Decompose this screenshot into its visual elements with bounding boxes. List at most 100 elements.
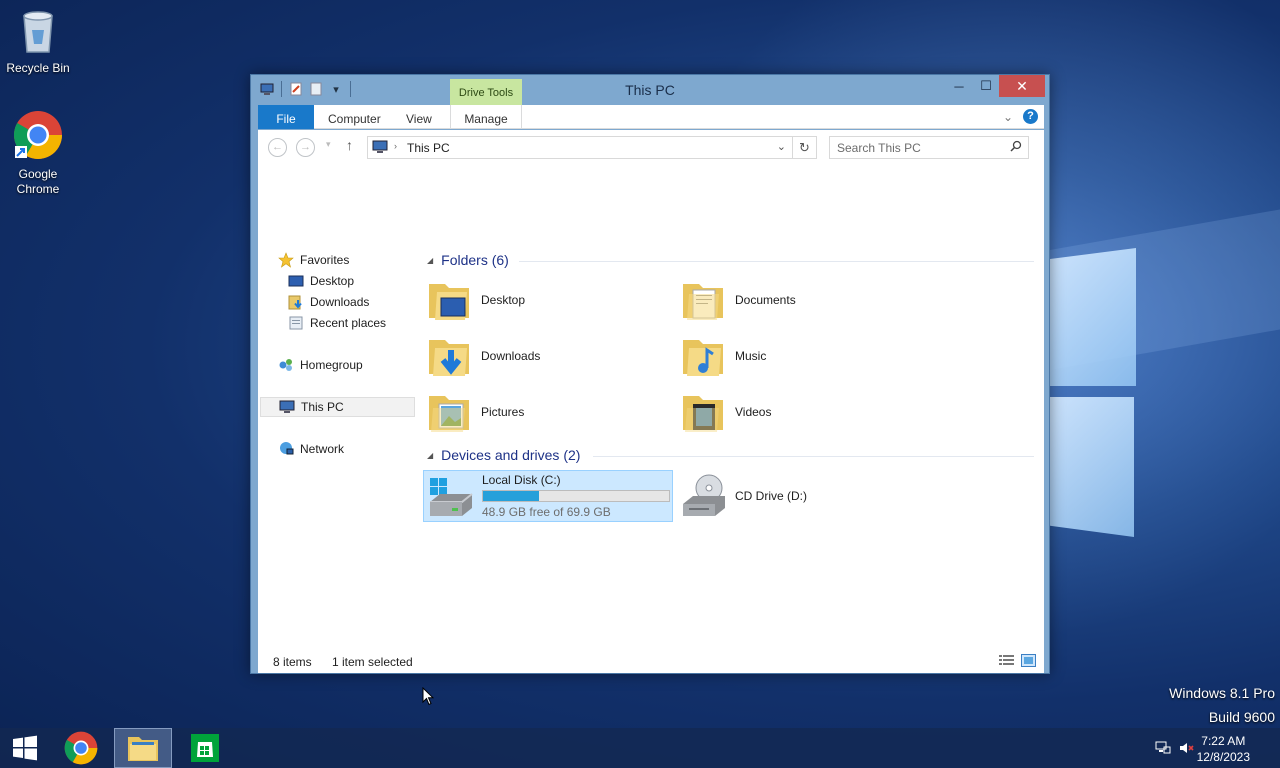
folder-tile-videos[interactable]: Videos	[677, 386, 927, 438]
group-header-label: Folders (6)	[441, 252, 509, 268]
this-pc-icon	[279, 399, 295, 415]
group-header-devices[interactable]: ◢ Devices and drives (2)	[427, 445, 580, 465]
clock-time: 7:22 AM	[1201, 734, 1246, 748]
search-icon[interactable]	[1010, 140, 1022, 155]
start-button[interactable]	[0, 728, 50, 768]
wallpaper-logo-pane	[1050, 248, 1136, 386]
folder-label: Videos	[735, 405, 772, 419]
wallpaper-logo-pane	[1050, 397, 1134, 537]
nav-homegroup[interactable]: Homegroup	[278, 355, 363, 375]
desktop-icon-recycle-bin[interactable]: Recycle Bin	[0, 8, 76, 76]
downloads-folder-icon	[425, 332, 473, 380]
breadcrumb[interactable]: This PC	[407, 141, 450, 155]
up-button[interactable]: ↑	[346, 137, 353, 153]
close-button[interactable]: ✕	[999, 75, 1045, 97]
nav-item-label: Network	[300, 442, 345, 456]
nav-favorites[interactable]: Favorites	[278, 250, 349, 270]
clock-date: 12/8/2023	[1196, 750, 1250, 764]
nav-item-label: Favorites	[300, 253, 350, 267]
file-explorer-icon	[128, 737, 158, 761]
nav-this-pc[interactable]: This PC	[260, 397, 415, 417]
folder-tile-music[interactable]: Music	[677, 330, 927, 382]
forward-button[interactable]: →	[296, 138, 315, 157]
ribbon-tabs: File Computer View Manage ⌄ ?	[258, 105, 1044, 129]
minimize-button[interactable]: ─	[945, 75, 973, 97]
tab-file[interactable]: File	[258, 105, 314, 129]
nav-recent-places[interactable]: Recent places	[288, 313, 386, 333]
nav-item-label: Recent places	[310, 316, 387, 330]
tab-view[interactable]: View	[394, 105, 444, 129]
network-tray-icon[interactable]	[1155, 741, 1171, 755]
nav-item-label: This PC	[301, 400, 344, 414]
desktop-icon-label: Recycle Bin	[6, 61, 70, 75]
system-clock[interactable]: 7:22 AM 12/8/2023	[1197, 733, 1250, 765]
back-button[interactable]: ←	[268, 138, 287, 157]
chrome-icon	[64, 731, 98, 765]
folder-label: Downloads	[481, 349, 541, 363]
taskbar-file-explorer[interactable]	[114, 728, 172, 768]
folder-label: Pictures	[481, 405, 525, 419]
drive-free-space: 48.9 GB free of 69.9 GB	[482, 505, 611, 519]
nav-downloads[interactable]: Downloads	[288, 292, 369, 312]
folder-label: Desktop	[481, 293, 526, 307]
large-icons-view-icon[interactable]	[1021, 654, 1036, 670]
expand-ribbon-icon[interactable]: ⌄	[1003, 110, 1013, 124]
title-bar[interactable]: ▾ Drive Tools This PC ─ ☐ ✕	[251, 75, 1049, 105]
nav-item-label: Downloads	[310, 295, 370, 309]
details-view-icon[interactable]	[999, 654, 1014, 670]
ribbon-right-controls: ⌄ ?	[1003, 109, 1038, 124]
search-input[interactable]: Search This PC	[829, 136, 1029, 159]
taskbar-store[interactable]	[176, 728, 234, 768]
maximize-button[interactable]: ☐	[972, 75, 1000, 97]
windows-edition-watermark: Windows 8.1 Pro	[1169, 685, 1275, 701]
drive-label: CD Drive (D:)	[735, 489, 807, 503]
folder-tile-downloads[interactable]: Downloads	[423, 330, 673, 382]
drive-info: Local Disk (C:) 48.9 GB free of 69.9 GB	[482, 473, 670, 519]
this-pc-icon	[372, 140, 388, 157]
group-header-label: Devices and drives (2)	[441, 447, 581, 463]
drive-label: Local Disk (C:)	[482, 473, 561, 487]
tab-manage[interactable]: Manage	[450, 105, 522, 129]
desktop-icon-chrome[interactable]: Google Chrome	[0, 110, 76, 197]
folder-tile-desktop[interactable]: Desktop	[423, 274, 673, 326]
search-placeholder: Search This PC	[837, 141, 921, 155]
collapse-triangle-icon: ◢	[427, 450, 434, 460]
local-disk-icon	[426, 472, 474, 520]
address-dropdown-icon[interactable]: ⌄	[777, 140, 786, 153]
taskbar-chrome[interactable]	[52, 728, 110, 768]
volume-muted-icon[interactable]	[1179, 741, 1195, 755]
drive-tile-local-disk-c[interactable]: Local Disk (C:) 48.9 GB free of 69.9 GB	[423, 470, 673, 522]
group-header-folders[interactable]: ◢ Folders (6)	[427, 250, 509, 270]
network-icon	[278, 441, 294, 457]
recent-locations-icon[interactable]: ▾	[326, 139, 331, 150]
folder-tile-pictures[interactable]: Pictures	[423, 386, 673, 438]
music-folder-icon	[679, 332, 727, 380]
selection-count: 1 item selected	[332, 655, 413, 669]
windows-build-watermark: Build 9600	[1208, 709, 1275, 725]
nav-network[interactable]: Network	[278, 439, 344, 459]
nav-item-label: Desktop	[310, 274, 355, 288]
desktop-icon-label: Google Chrome	[16, 167, 60, 196]
drive-tile-cd-drive-d[interactable]: CD Drive (D:)	[677, 470, 927, 522]
collapse-triangle-icon: ◢	[427, 255, 434, 265]
breadcrumb-chevron-icon[interactable]: ›	[394, 141, 397, 151]
group-divider	[593, 456, 1034, 457]
recycle-bin-icon	[0, 8, 76, 58]
taskbar: 7:22 AM 12/8/2023	[0, 728, 1280, 768]
windows-logo-icon	[13, 735, 37, 761]
pictures-folder-icon	[425, 388, 473, 436]
tab-computer[interactable]: Computer	[316, 105, 393, 129]
navigation-pane: Favorites Desktop Downloads Recent place…	[258, 164, 416, 651]
drive-usage-bar	[482, 490, 670, 502]
downloads-icon	[288, 294, 304, 310]
help-icon[interactable]: ?	[1023, 109, 1038, 124]
refresh-icon[interactable]: ↻	[792, 137, 816, 158]
videos-folder-icon	[679, 388, 727, 436]
window-title: This PC	[625, 82, 675, 98]
nav-desktop[interactable]: Desktop	[288, 271, 354, 291]
folder-tile-documents[interactable]: Documents	[677, 274, 927, 326]
file-explorer-window: ▾ Drive Tools This PC ─ ☐ ✕ File Compute…	[250, 74, 1050, 674]
folder-label: Documents	[735, 293, 796, 307]
address-bar[interactable]: › This PC ⌄ ↻	[367, 136, 817, 159]
mouse-cursor-icon	[422, 686, 435, 709]
